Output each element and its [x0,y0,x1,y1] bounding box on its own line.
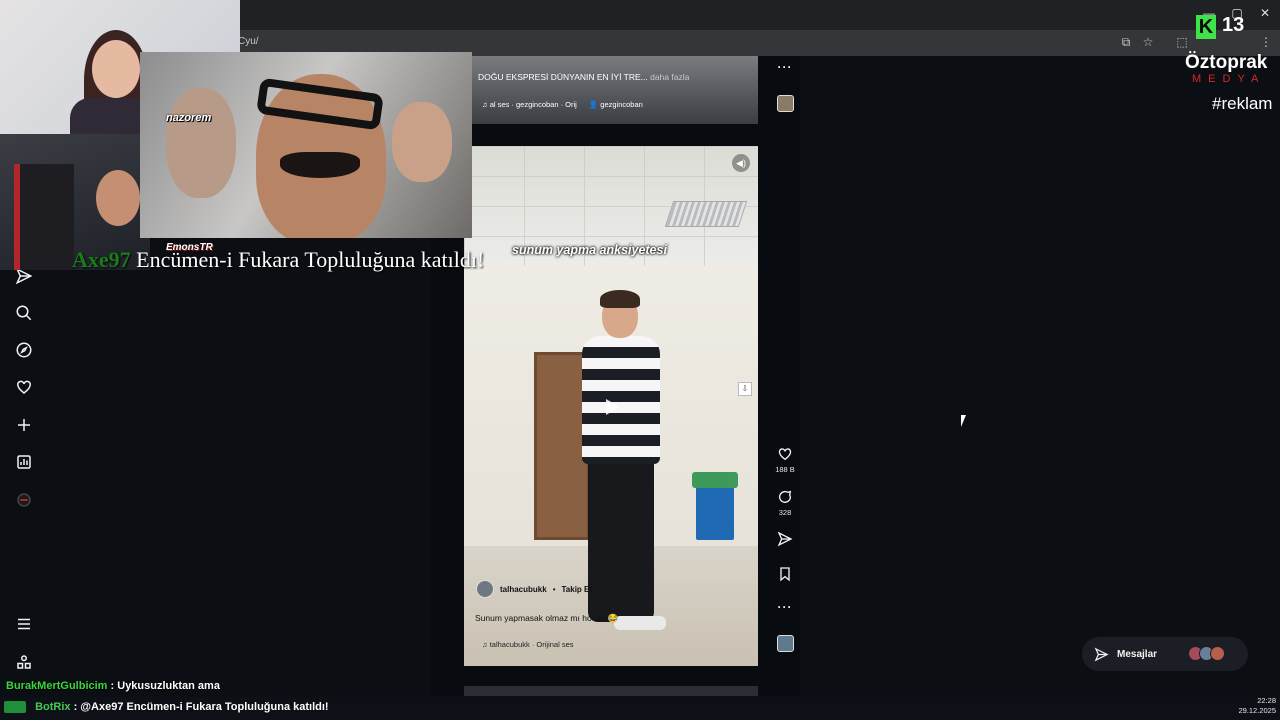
previous-reel-account[interactable]: 👤 gezgincoban [589,100,643,109]
heart-icon[interactable] [14,377,34,397]
extensions-icon[interactable]: ⬚ [1174,34,1190,50]
comment-icon[interactable] [776,488,794,506]
person-shoes [614,616,666,630]
brand-name: Öztoprak [1185,52,1268,73]
brand-subtitle: MEDYA [1192,73,1266,85]
comment-count: 328 [778,508,792,517]
previous-reel-audio[interactable]: ♫ al ses · gezgincoban · Orij [482,100,577,109]
volume-icon[interactable]: ◀) [732,154,750,172]
author-avatar[interactable] [476,580,494,598]
chat-text-bot: : @Axe97 Encümen-i Fukara Topluluğuna ka… [73,701,329,713]
more-options-icon[interactable]: ··· [776,600,794,614]
explore-icon[interactable] [14,340,34,360]
join-alert: Axe97 Encümen-i Fukara Topluluğuna katıl… [72,247,484,273]
chat-message-bot: BotRix : @Axe97 Encümen-i Fukara Toplulu… [4,701,329,714]
clock-date: 29.12.2025 [1238,706,1276,715]
gaming-chair [14,164,74,270]
more-link[interactable]: daha fazla [650,72,689,82]
meme-mustache [280,152,360,178]
menu-icon[interactable] [14,614,34,634]
meme-background-person [166,88,236,198]
apps-icon[interactable] [14,652,34,672]
previous-more-options-icon[interactable]: ··· [776,60,794,74]
previous-reel[interactable]: DOĞU EKSPRESİ DÜNYANIN EN İYİ TRE... dah… [472,56,758,124]
dashboard-icon[interactable] [14,452,34,472]
system-clock[interactable]: 22:28 29.12.2025 [1236,696,1276,716]
viewer-count: 13 [1222,14,1245,36]
mouse-cursor [961,415,971,427]
audio-thumbnail[interactable] [777,635,794,652]
like-icon[interactable] [776,445,794,463]
meme-overlay: nazorem [140,52,472,238]
reel-caption: Sunum yapmasak olmaz mı hocam😂 [475,613,619,623]
install-app-icon[interactable]: ⧉ [1118,34,1134,50]
previous-reel-audio-text: al ses · gezgincoban · Orij [489,100,577,109]
reel-author: talhacubukk • Takip Et [476,580,592,598]
handle-icon: ⇩ [738,382,752,396]
previous-reel-caption-text: DOĞU EKSPRESİ DÜNYANIN EN İYİ TRE... [478,72,648,82]
messages-label: Mesajlar [1117,648,1158,660]
share-icon[interactable] [776,530,794,548]
previous-audio-thumbnail[interactable] [777,95,794,112]
save-bookmark-icon[interactable] [776,565,794,583]
play-icon[interactable] [596,392,626,422]
kick-logo: K [1196,15,1216,39]
previous-reel-caption: DOĞU EKSPRESİ DÜNYANIN EN İYİ TRE... dah… [478,72,689,82]
previous-reel-account-text: gezgincoban [600,100,643,109]
messages-icon [1094,647,1109,661]
chat-username-bot: BotRix [35,701,71,713]
video-bin-bag [692,472,738,488]
brand-tag: #reklam [1212,94,1273,113]
reel-audio[interactable]: ♫ talhacubukk · Orijinal ses [482,640,574,649]
bookmark-star-icon[interactable]: ☆ [1140,34,1156,50]
messages-button[interactable]: Mesajlar [1082,637,1248,671]
screen: — ▢ ✕ Cyu/ ⧉ ☆ ⬚ ⋮ DOĞU EKSPRESİ DÜNYANI… [0,0,1280,720]
author-name[interactable]: talhacubukk [500,585,547,594]
guest-face [96,170,140,226]
profile-avatar-icon[interactable] [14,490,34,510]
next-reel[interactable] [464,686,758,696]
join-alert-text: Encümen-i Fukara Topluluğuna katıldı! [136,247,485,272]
person-legs [588,462,654,622]
author-separator: • [552,584,556,594]
reel-overlay-text: sunum yapma anksiyetesi [512,243,667,257]
streamer-face [92,40,140,98]
previous-reel-meta: ♫ al ses · gezgincoban · Orij 👤 gezginco… [482,100,643,109]
url-text[interactable]: Cyu/ [238,36,259,47]
message-avatar [1210,646,1225,661]
message-avatars [1188,646,1225,661]
meme-watermark: nazorem [166,112,212,124]
follow-button[interactable]: Takip Et [562,585,593,594]
join-alert-user: Axe97 [72,247,131,272]
meme-background-person-2 [392,102,452,182]
current-reel-video[interactable]: sunum yapma anksiyetesi ◀) ⇩ talhacubukk… [464,146,758,666]
like-count: 188 B [775,465,795,474]
plus-icon[interactable] [14,415,34,435]
chat-text: : Uykusuzluktan ama [110,680,220,692]
ceiling-light [664,201,748,227]
chat-username: BurakMertGulbicim [6,680,108,692]
clock-time: 22:28 [1257,696,1276,705]
close-icon[interactable]: ✕ [1256,4,1274,22]
person-hair [600,290,640,308]
bot-badge-icon [4,701,26,714]
reel-audio-text: talhacubukk · Orijinal ses [489,640,574,649]
browser-menu-icon[interactable]: ⋮ [1258,34,1274,50]
chat-message: BurakMertGulbicim : Uykusuzluktan ama [6,680,220,692]
search-icon[interactable] [14,303,34,323]
